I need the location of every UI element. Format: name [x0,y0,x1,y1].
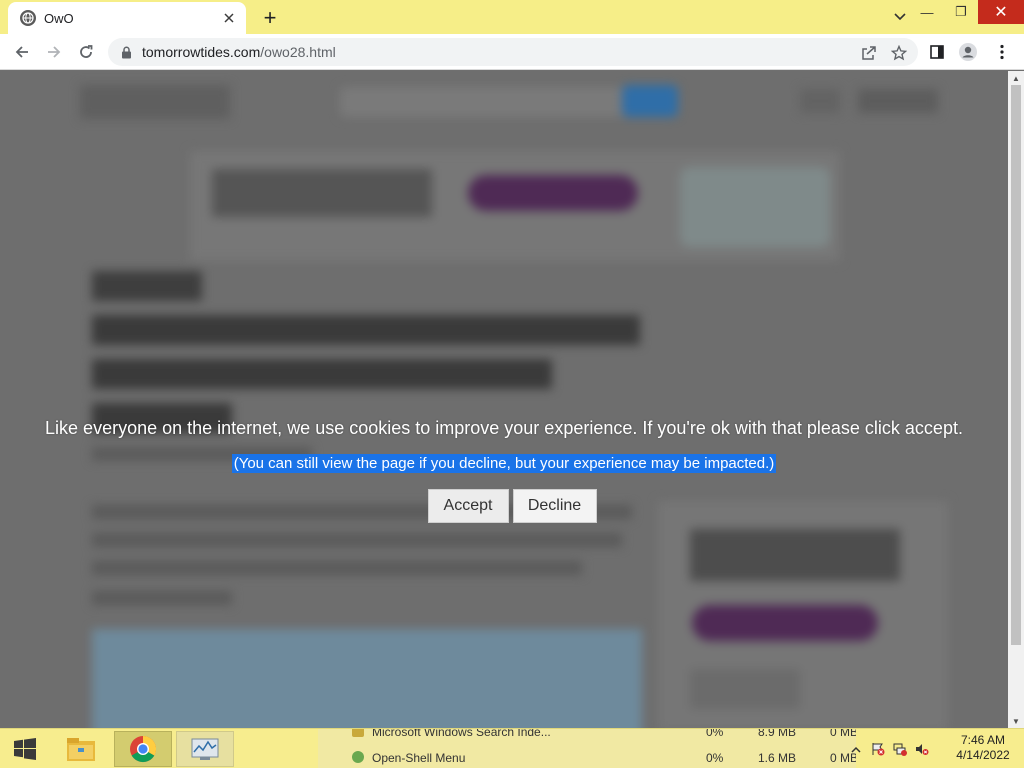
process-name: Open-Shell Menu [372,751,466,765]
network-icon[interactable] [892,741,908,757]
scroll-up-arrow-icon[interactable]: ▲ [1008,71,1024,85]
browser-tab[interactable]: OwO [8,2,246,34]
volume-muted-icon[interactable] [914,741,930,757]
page-scrollbar[interactable]: ▲ ▼ [1008,71,1024,728]
globe-icon [20,10,36,26]
url-host: tomorrowtides.com [142,44,261,60]
windows-start-icon[interactable] [0,729,50,768]
profile-icon[interactable] [958,42,978,62]
clock-date: 4/14/2022 [956,748,1010,762]
back-arrow-icon[interactable] [8,38,36,66]
process-cpu: 0% [706,729,724,739]
cookie-message: Like everyone on the internet, we use co… [45,418,963,438]
window-close-button[interactable]: ✕ [978,0,1024,24]
list-item: Microsoft Windows Search Inde... 0% 8.9 … [318,729,856,741]
clock-time: 7:46 AM [960,733,1006,747]
process-icon [352,729,364,737]
web-page: Like everyone on the internet, we use co… [0,71,1008,728]
minimize-button[interactable]: — [910,0,944,24]
tab-strip: OwO + — ❐ ✕ [0,0,1024,34]
file-explorer-icon[interactable] [52,731,110,767]
kebab-menu-icon[interactable] [992,42,1012,62]
task-manager-background-rows: Microsoft Windows Search Inde... 0% 8.9 … [318,729,856,768]
process-name: Microsoft Windows Search Inde... [372,729,551,739]
decline-button[interactable]: Decline [512,489,597,523]
tab-title: OwO [44,10,74,26]
address-bar[interactable]: tomorrowtides.com/owo28.html [108,38,918,66]
scroll-down-arrow-icon[interactable]: ▼ [1008,714,1024,728]
system-tray [848,735,930,763]
chevron-down-icon[interactable] [888,6,912,28]
share-icon[interactable] [860,44,878,62]
scroll-thumb[interactable] [1011,85,1021,645]
action-center-flag-icon[interactable] [870,741,886,757]
process-memory: 1.6 MB [758,751,797,765]
browser-toolbar: tomorrowtides.com/owo28.html [0,34,1024,70]
close-icon[interactable] [220,9,238,27]
process-icon [352,751,364,763]
cookie-buttons: Accept Decline [0,489,1008,523]
star-icon[interactable] [890,44,908,62]
side-panel-icon[interactable] [927,42,947,62]
list-item: Open-Shell Menu 0% 1.6 MB 0 MB/s [318,749,856,767]
blurred-page-background [0,71,1008,728]
forward-arrow-icon[interactable] [40,38,68,66]
plus-icon[interactable]: + [258,5,282,30]
task-manager-icon[interactable] [176,731,234,767]
accept-button[interactable]: Accept [427,489,509,523]
system-clock[interactable]: 7:46 AM 4/14/2022 [948,733,1018,763]
url-path: /owo28.html [260,44,336,60]
window-controls: — ❐ ✕ [910,0,1024,24]
lock-icon[interactable] [118,44,134,60]
windows-taskbar: Microsoft Windows Search Inde... 0% 8.9 … [0,728,1024,768]
restore-button[interactable]: ❐ [944,0,978,24]
process-memory: 8.9 MB [758,729,797,739]
reload-icon[interactable] [72,38,100,66]
chevron-up-icon[interactable] [848,741,864,757]
chrome-icon[interactable] [114,731,172,767]
cookie-consent-banner: Like everyone on the internet, we use co… [0,416,1008,523]
cookie-sub-message: (You can still view the page if you decl… [231,454,777,473]
process-cpu: 0% [706,751,724,765]
